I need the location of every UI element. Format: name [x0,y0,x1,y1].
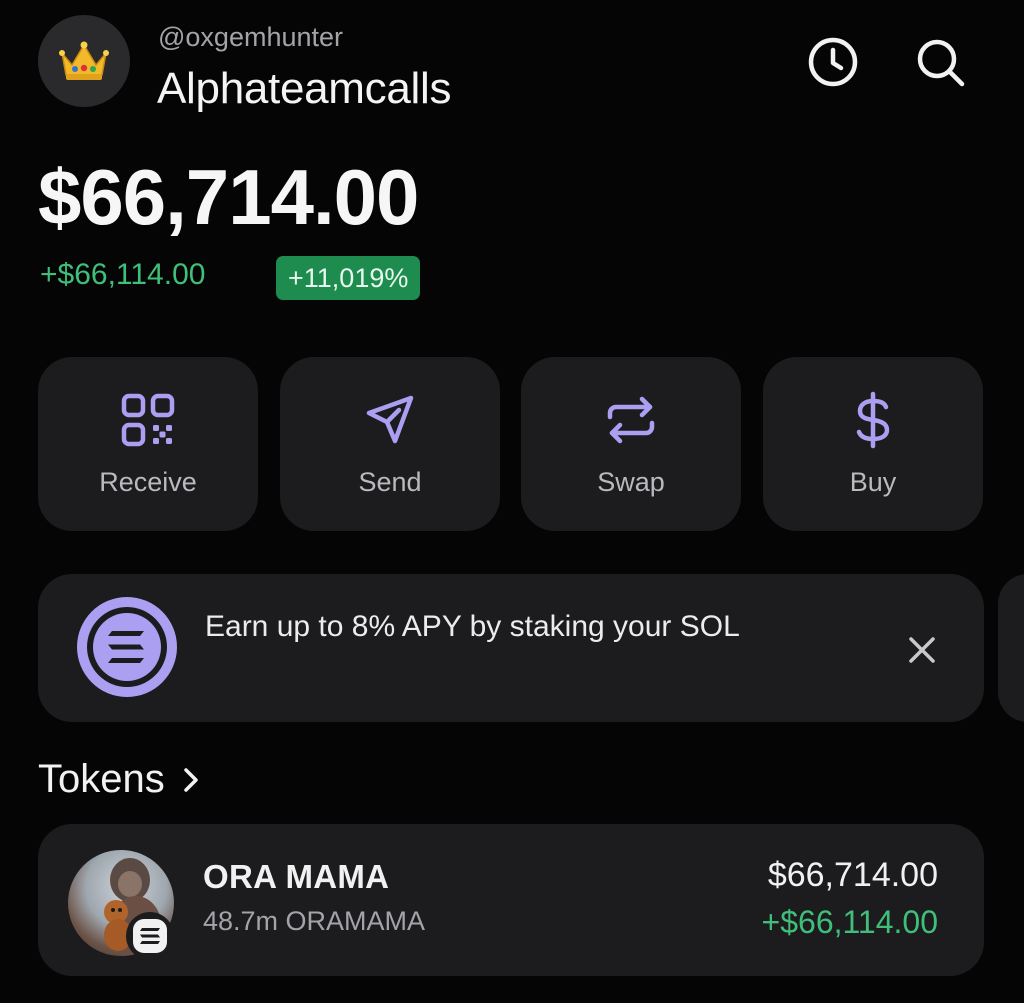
clock-icon [808,37,858,87]
swap-icon [607,396,655,444]
token-value: $66,714.00 [767,856,938,894]
tokens-section-header[interactable]: Tokens [38,757,199,802]
buy-button[interactable]: Buy [763,357,983,531]
solana-icon [133,919,167,953]
send-label: Send [358,467,422,497]
token-row[interactable]: ORA MAMA 48.7m ORAMAMA $66,714.00 +$66,1… [38,824,984,976]
account-handle[interactable]: @oxgemhunter [158,22,343,53]
swap-label: Swap [597,467,665,497]
staking-banner[interactable]: Earn up to 8% APY by staking your SOL [38,574,984,722]
token-quantity: 48.7m ORAMAMA [203,906,426,936]
history-button[interactable] [803,32,863,92]
crown-icon [59,41,109,80]
send-icon [366,395,414,444]
receive-label: Receive [99,467,197,497]
solana-icon [77,597,177,697]
chevron-right-icon [184,767,198,792]
token-name: ORA MAMA [203,858,390,895]
dollar-icon [856,391,890,449]
token-change: +$66,114.00 [761,904,938,940]
buy-label: Buy [849,467,897,497]
balance-change-amount: +$66,114.00 [40,258,206,291]
account-avatar[interactable] [38,15,130,107]
search-button[interactable] [910,32,970,92]
close-icon [909,637,935,663]
staking-banner-text: Earn up to 8% APY by staking your SOL [205,610,740,643]
next-banner-card[interactable] [998,574,1024,722]
send-button[interactable]: Send [280,357,500,531]
dismiss-banner-button[interactable] [902,630,942,670]
receive-button[interactable]: Receive [38,357,258,531]
balance-change-percent-badge: +11,019% [276,256,421,300]
qr-code-icon [121,393,175,447]
swap-button[interactable]: Swap [521,357,741,531]
tokens-title: Tokens [38,757,165,801]
account-name[interactable]: Alphateamcalls [157,64,451,114]
token-network-badge [126,912,174,960]
total-balance: $66,714.00 [38,153,419,241]
search-icon [917,39,965,87]
